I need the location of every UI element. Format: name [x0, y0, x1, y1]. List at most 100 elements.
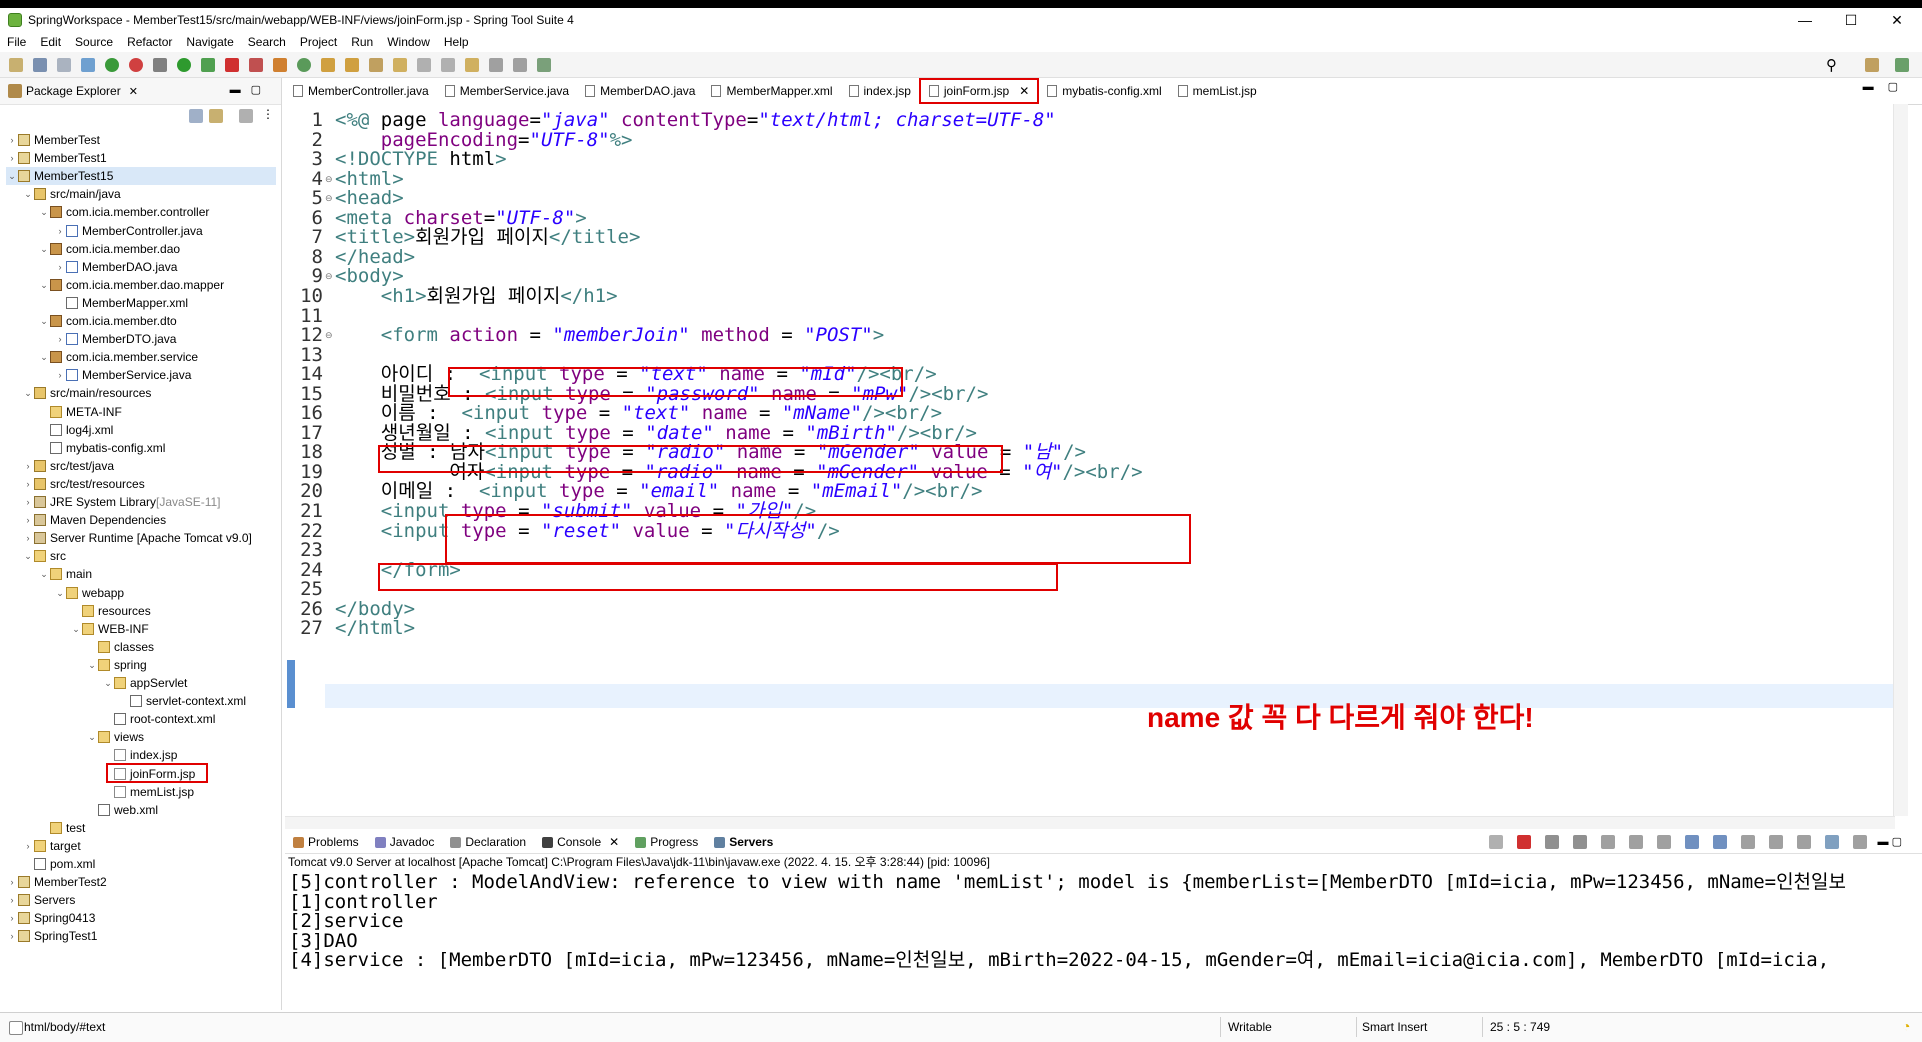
chevron-right-icon[interactable]: ›: [6, 873, 18, 891]
tip-bulb-icon[interactable]: ◔: [1902, 1018, 1910, 1034]
chevron-right-icon[interactable]: ›: [22, 837, 34, 855]
tree-item[interactable]: ⌄ main: [38, 565, 92, 583]
tree-item[interactable]: joinForm.jsp: [102, 765, 195, 783]
last-edit-icon[interactable]: [465, 57, 479, 72]
link-editor-icon[interactable]: [209, 109, 223, 123]
tab-console[interactable]: Console ✕: [534, 831, 628, 853]
open-perspective-icon[interactable]: [1865, 58, 1879, 72]
tree-item[interactable]: mybatis-config.xml: [38, 439, 165, 457]
tree-item[interactable]: servlet-context.xml: [118, 692, 246, 710]
clear-console-icon[interactable]: [1600, 835, 1615, 849]
editor-minmax-icon[interactable]: ▬▢: [1863, 80, 1912, 93]
tab-mybatis-config[interactable]: mybatis-config.xml: [1039, 78, 1169, 104]
external-tools-icon[interactable]: [249, 57, 263, 72]
fold-toggle-icon[interactable]: ⊖: [325, 186, 333, 210]
view-minmax-icon[interactable]: ▬▢: [230, 83, 271, 96]
tab-declaration[interactable]: Declaration: [442, 831, 534, 853]
tree-item[interactable]: ⌄ com.icia.member.service: [38, 348, 198, 366]
scroll-lock-icon[interactable]: [1628, 835, 1643, 849]
tab-problems[interactable]: Problems: [285, 831, 367, 853]
tree-item[interactable]: ⌄ WEB-INF: [70, 620, 148, 638]
tree-item[interactable]: › MemberTest: [6, 131, 101, 149]
tree-item[interactable]: classes: [86, 638, 154, 656]
tree-item[interactable]: ⌄ views: [86, 728, 144, 746]
back-icon[interactable]: [489, 57, 503, 72]
open-console-icon[interactable]: [1796, 835, 1811, 849]
tree-item[interactable]: › Servers: [6, 891, 76, 909]
menu-file[interactable]: File: [0, 35, 33, 49]
chevron-down-icon[interactable]: ⌄: [22, 384, 34, 402]
menu-run[interactable]: Run: [344, 35, 380, 49]
chevron-down-icon[interactable]: ⌄: [22, 547, 34, 565]
annotation-nav-icon[interactable]: [393, 57, 407, 72]
chevron-down-icon[interactable]: ⌄: [86, 656, 98, 674]
chevron-down-icon[interactable]: ⌄: [38, 240, 50, 258]
tree-item[interactable]: ⌄ src/main/resources: [22, 384, 151, 402]
tree-item[interactable]: ⌄ src/main/java: [22, 185, 120, 203]
tree-item[interactable]: pom.xml: [22, 855, 95, 873]
chevron-right-icon[interactable]: ›: [6, 927, 18, 945]
run-as-icon[interactable]: [201, 57, 215, 72]
tab-memlist[interactable]: memList.jsp: [1170, 78, 1265, 104]
chevron-down-icon[interactable]: ⌄: [70, 620, 82, 638]
pin-console-icon[interactable]: [1740, 835, 1755, 849]
editor-horizontal-scrollbar[interactable]: [285, 816, 1895, 829]
reload-icon[interactable]: [1488, 835, 1503, 849]
code-editor[interactable]: 1 <%@ page language="java" contentType="t…: [285, 104, 1895, 816]
chevron-right-icon[interactable]: ›: [6, 131, 18, 149]
close-icon[interactable]: ✕: [129, 85, 138, 98]
chevron-right-icon[interactable]: ›: [6, 909, 18, 927]
chevron-right-icon[interactable]: ›: [54, 222, 66, 240]
next-annotation-icon[interactable]: [417, 57, 431, 72]
menu-refactor[interactable]: Refactor: [120, 35, 179, 49]
tree-item[interactable]: › target: [22, 837, 81, 855]
tree-item[interactable]: › MemberService.java: [54, 366, 192, 384]
tab-joinform[interactable]: joinForm.jsp ✕: [918, 78, 1040, 104]
menu-project[interactable]: Project: [293, 35, 344, 49]
chevron-right-icon[interactable]: ›: [22, 493, 34, 511]
code-line[interactable]: <input type = "reset" value = "다시작성"/>: [335, 519, 840, 543]
tree-item[interactable]: › JRE System Library [JavaSE-11]: [22, 493, 221, 511]
close-tab-icon[interactable]: ✕: [1019, 84, 1029, 98]
new-icon[interactable]: [9, 57, 23, 72]
chevron-down-icon[interactable]: ⌄: [6, 167, 18, 185]
fold-toggle-icon[interactable]: ⊖: [325, 323, 333, 347]
tree-item[interactable]: › SpringTest1: [6, 927, 98, 945]
tree-item[interactable]: ⌄ spring: [86, 656, 146, 674]
menu-window[interactable]: Window: [380, 35, 437, 49]
tree-item[interactable]: MemberMapper.xml: [54, 294, 188, 312]
tab-javadoc[interactable]: Javadoc: [367, 831, 443, 853]
tab-membercontroller[interactable]: MemberController.java: [285, 78, 437, 104]
chevron-right-icon[interactable]: ›: [6, 891, 18, 909]
run-icon[interactable]: [177, 57, 191, 72]
show-stderr-icon[interactable]: [1712, 835, 1727, 849]
chevron-down-icon[interactable]: ⌄: [86, 728, 98, 746]
chevron-right-icon[interactable]: ›: [54, 366, 66, 384]
code-line[interactable]: <form action = "memberJoin" method = "PO…: [335, 323, 884, 347]
chevron-down-icon[interactable]: ⌄: [38, 312, 50, 330]
package-explorer-tab[interactable]: Package Explorer ✕ ▬▢: [0, 78, 281, 105]
forward-icon[interactable]: [513, 57, 527, 72]
menu-edit[interactable]: Edit: [33, 35, 68, 49]
chevron-right-icon[interactable]: ›: [22, 529, 34, 547]
tree-item[interactable]: META-INF: [38, 403, 122, 421]
display-console-icon[interactable]: [1768, 835, 1783, 849]
boot-dashboard-icon[interactable]: [105, 57, 119, 72]
remove-all-icon[interactable]: [1572, 835, 1587, 849]
chevron-down-icon[interactable]: ⌄: [38, 203, 50, 221]
tree-item[interactable]: ⌄ com.icia.member.dao.mapper: [38, 276, 224, 294]
tree-item[interactable]: log4j.xml: [38, 421, 113, 439]
stop-icon[interactable]: [225, 57, 239, 72]
tab-servers[interactable]: Servers: [706, 831, 781, 853]
tab-memberdao[interactable]: MemberDAO.java: [577, 78, 703, 104]
tree-item[interactable]: › MemberDAO.java: [54, 258, 178, 276]
chevron-right-icon[interactable]: ›: [22, 457, 34, 475]
tab-index[interactable]: index.jsp: [841, 78, 919, 104]
tree-item[interactable]: resources: [70, 602, 151, 620]
fold-toggle-icon[interactable]: ⊖: [325, 264, 333, 288]
chevron-right-icon[interactable]: ›: [22, 475, 34, 493]
tree-item[interactable]: ⌄ src: [22, 547, 66, 565]
remove-launch-icon[interactable]: [1544, 835, 1559, 849]
new-class-icon[interactable]: [297, 57, 311, 72]
console-settings-icon[interactable]: [1852, 835, 1867, 849]
